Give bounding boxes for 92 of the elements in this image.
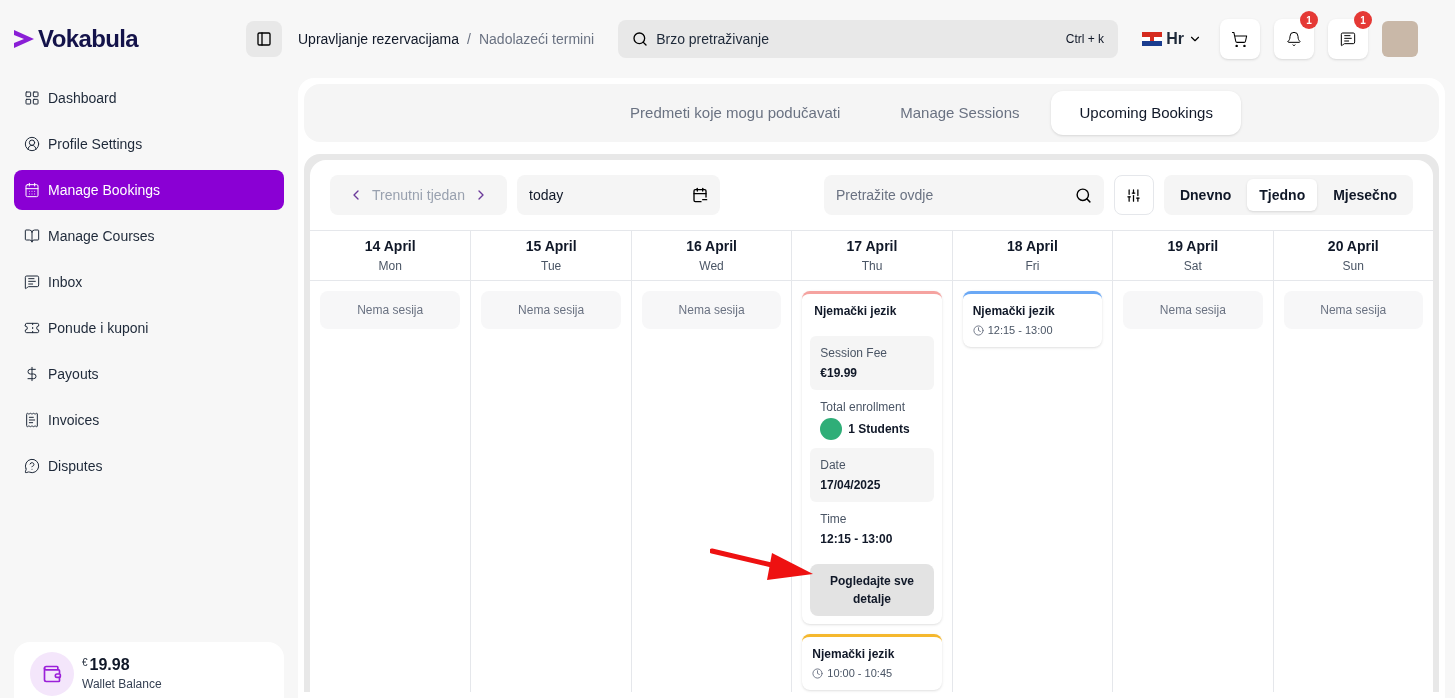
sidebar-item[interactable]: Manage Courses [14, 216, 284, 256]
sidebar-toggle-button[interactable] [246, 21, 282, 57]
view-option[interactable]: Tjedno [1247, 179, 1318, 211]
search-icon [632, 31, 649, 47]
language-selector[interactable]: Hr [1142, 27, 1202, 51]
search-field[interactable]: Brzo pretraživanje Ctrl + k [618, 20, 1119, 58]
day-date: 14 April [364, 237, 416, 256]
search-input[interactable]: Pretražite ovdje [823, 175, 1104, 215]
receipt-icon [24, 412, 40, 428]
time-value: 12:15 - 13:00 [820, 531, 894, 548]
view-option[interactable]: Mjesečno [1321, 179, 1409, 211]
date-field[interactable]: today [517, 175, 720, 215]
session-time: 12:15 - 13:00 [987, 323, 1053, 338]
ticket-icon [24, 320, 40, 336]
empty-state: Nema sesija [1283, 291, 1423, 329]
sidebar-item[interactable]: Inbox [14, 262, 284, 302]
logo-chevron-icon [14, 30, 34, 48]
message-icon [1339, 31, 1356, 47]
enrollment-value: 1 Students [848, 421, 910, 438]
brand-name: Vokabula [38, 24, 139, 54]
sidebar-item[interactable]: Profile Settings [14, 124, 284, 164]
empty-state: Nema sesija [641, 291, 782, 329]
day-weekday: Thu [861, 258, 883, 275]
student-avatar [820, 418, 843, 440]
dollar-icon [24, 366, 40, 382]
message-icon [24, 274, 40, 290]
tab[interactable]: Manage Sessions [872, 91, 1048, 135]
day-date: 15 April [525, 237, 577, 256]
sidebar-item[interactable]: Dashboard [14, 78, 284, 118]
empty-state: Nema sesija [481, 291, 621, 329]
session-title: Njemački jezik [812, 646, 896, 663]
grid-icon [24, 90, 40, 106]
sidebar-item[interactable]: Payouts [14, 354, 284, 394]
breadcrumb-link[interactable]: Upravljanje rezervacijama [298, 28, 460, 50]
day-date: 18 April [1007, 237, 1058, 256]
date-label: Date [820, 457, 847, 474]
breadcrumb-separator: / [467, 29, 471, 49]
book-icon [24, 228, 40, 244]
question-icon [24, 458, 40, 474]
session-title: Njemački jezik [813, 303, 898, 320]
flag-icon [1142, 32, 1163, 46]
sliders-icon [1126, 187, 1142, 203]
fee-value: €19.99 [820, 365, 858, 382]
search-icon [1074, 186, 1092, 204]
view-option[interactable]: Dnevno [1167, 179, 1244, 211]
sidebar-item[interactable]: Ponude i kuponi [14, 308, 284, 348]
empty-state: Nema sesija [1123, 291, 1263, 329]
day-date: 19 April [1167, 237, 1219, 256]
session-card[interactable]: Njemački jezik 10:00 - 10:45 [802, 634, 942, 690]
calendar-icon [692, 187, 708, 203]
period-label: Trenutni tjedan [372, 185, 465, 205]
clock-icon [812, 667, 824, 679]
sidebar-item[interactable]: Disputes [14, 446, 284, 486]
clock-icon [972, 324, 984, 336]
shortcut-hint: Ctrl + k [1065, 31, 1105, 48]
date-value: 17/04/2025 [820, 477, 882, 494]
currency-symbol: € [82, 656, 88, 670]
message-badge: 1 [1353, 11, 1372, 29]
day-weekday: Mon [378, 258, 402, 275]
empty-state: Nema sesija [320, 291, 461, 329]
session-time: 10:00 - 10:45 [827, 666, 893, 681]
bell-icon [1285, 31, 1302, 47]
panel-icon [256, 31, 272, 47]
enrollment-label: Total enrollment [820, 399, 906, 416]
filter-button[interactable] [1113, 175, 1154, 215]
day-date: 20 April [1327, 237, 1379, 256]
day-weekday: Sat [1183, 258, 1202, 275]
details-button[interactable]: Pogledajte sve detalje [810, 564, 934, 616]
day-date: 17 April [846, 237, 898, 256]
sidebar-item[interactable]: Manage Bookings [14, 170, 284, 210]
session-title: Njemački jezik [972, 303, 1056, 320]
sidebar-item[interactable]: Invoices [14, 400, 284, 440]
day-weekday: Sun [1342, 258, 1364, 275]
session-card[interactable]: Njemački jezik 12:15 - 13:00 [962, 291, 1103, 347]
search-placeholder: Brzo pretraživanje [656, 29, 770, 49]
day-weekday: Tue [541, 258, 562, 275]
wallet-amount: 19.98 [89, 655, 130, 675]
breadcrumb-current: Nadolazeći termini [478, 29, 595, 49]
day-weekday: Fri [1025, 258, 1040, 275]
time-label: Time [820, 511, 848, 528]
day-date: 16 April [686, 237, 737, 256]
calendar-icon [24, 182, 40, 198]
fee-label: Session Fee [820, 345, 888, 362]
user-icon [24, 136, 40, 152]
cart-icon [1231, 30, 1249, 48]
wallet-icon [42, 664, 62, 684]
tab[interactable]: Predmeti koje mogu podučavati [602, 91, 869, 135]
day-weekday: Wed [699, 258, 724, 275]
tab[interactable]: Upcoming Bookings [1051, 91, 1241, 135]
notification-badge: 1 [1299, 11, 1318, 29]
wallet-label: Wallet Balance [82, 676, 162, 693]
cart-button[interactable] [1219, 19, 1260, 59]
